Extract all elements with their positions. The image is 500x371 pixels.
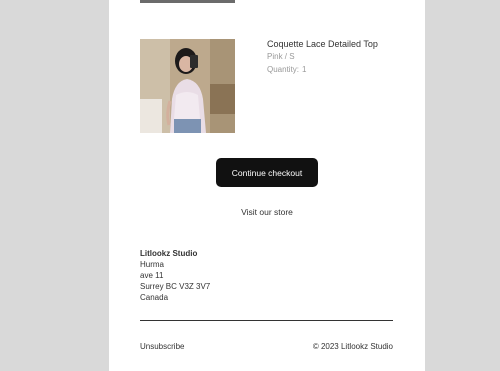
quantity-label: Quantity: (267, 65, 300, 74)
product-image (140, 39, 235, 133)
unsubscribe-link[interactable]: Unsubscribe (140, 342, 184, 351)
shop-address: Litlookz Studio Hurma ave 11 Surrey BC V… (140, 248, 210, 303)
copyright-text: © 2023 Litlookz Studio (312, 342, 393, 351)
visit-store-link[interactable]: Visit our store (109, 207, 425, 217)
address-line-3: Surrey BC V3Z 3V7 (140, 282, 211, 291)
address-line-1: Hurma (140, 260, 165, 269)
product-title: Coquette Lace Detailed Top (267, 39, 378, 49)
product-photo-illustration (140, 39, 235, 133)
address-line-4: Canada (140, 293, 169, 302)
quantity-value: 1 (302, 65, 307, 74)
product-quantity: Quantity: 1 (267, 65, 306, 74)
previous-product-image (140, 0, 235, 3)
continue-checkout-button[interactable]: Continue checkout (216, 158, 318, 187)
email-card: Coquette Lace Detailed Top Pink / S Quan… (109, 0, 425, 371)
product-variant: Pink / S (267, 52, 295, 61)
address-line-2: ave 11 (140, 271, 164, 280)
shop-name: Litlookz Studio (140, 249, 198, 258)
footer-divider (140, 320, 393, 321)
